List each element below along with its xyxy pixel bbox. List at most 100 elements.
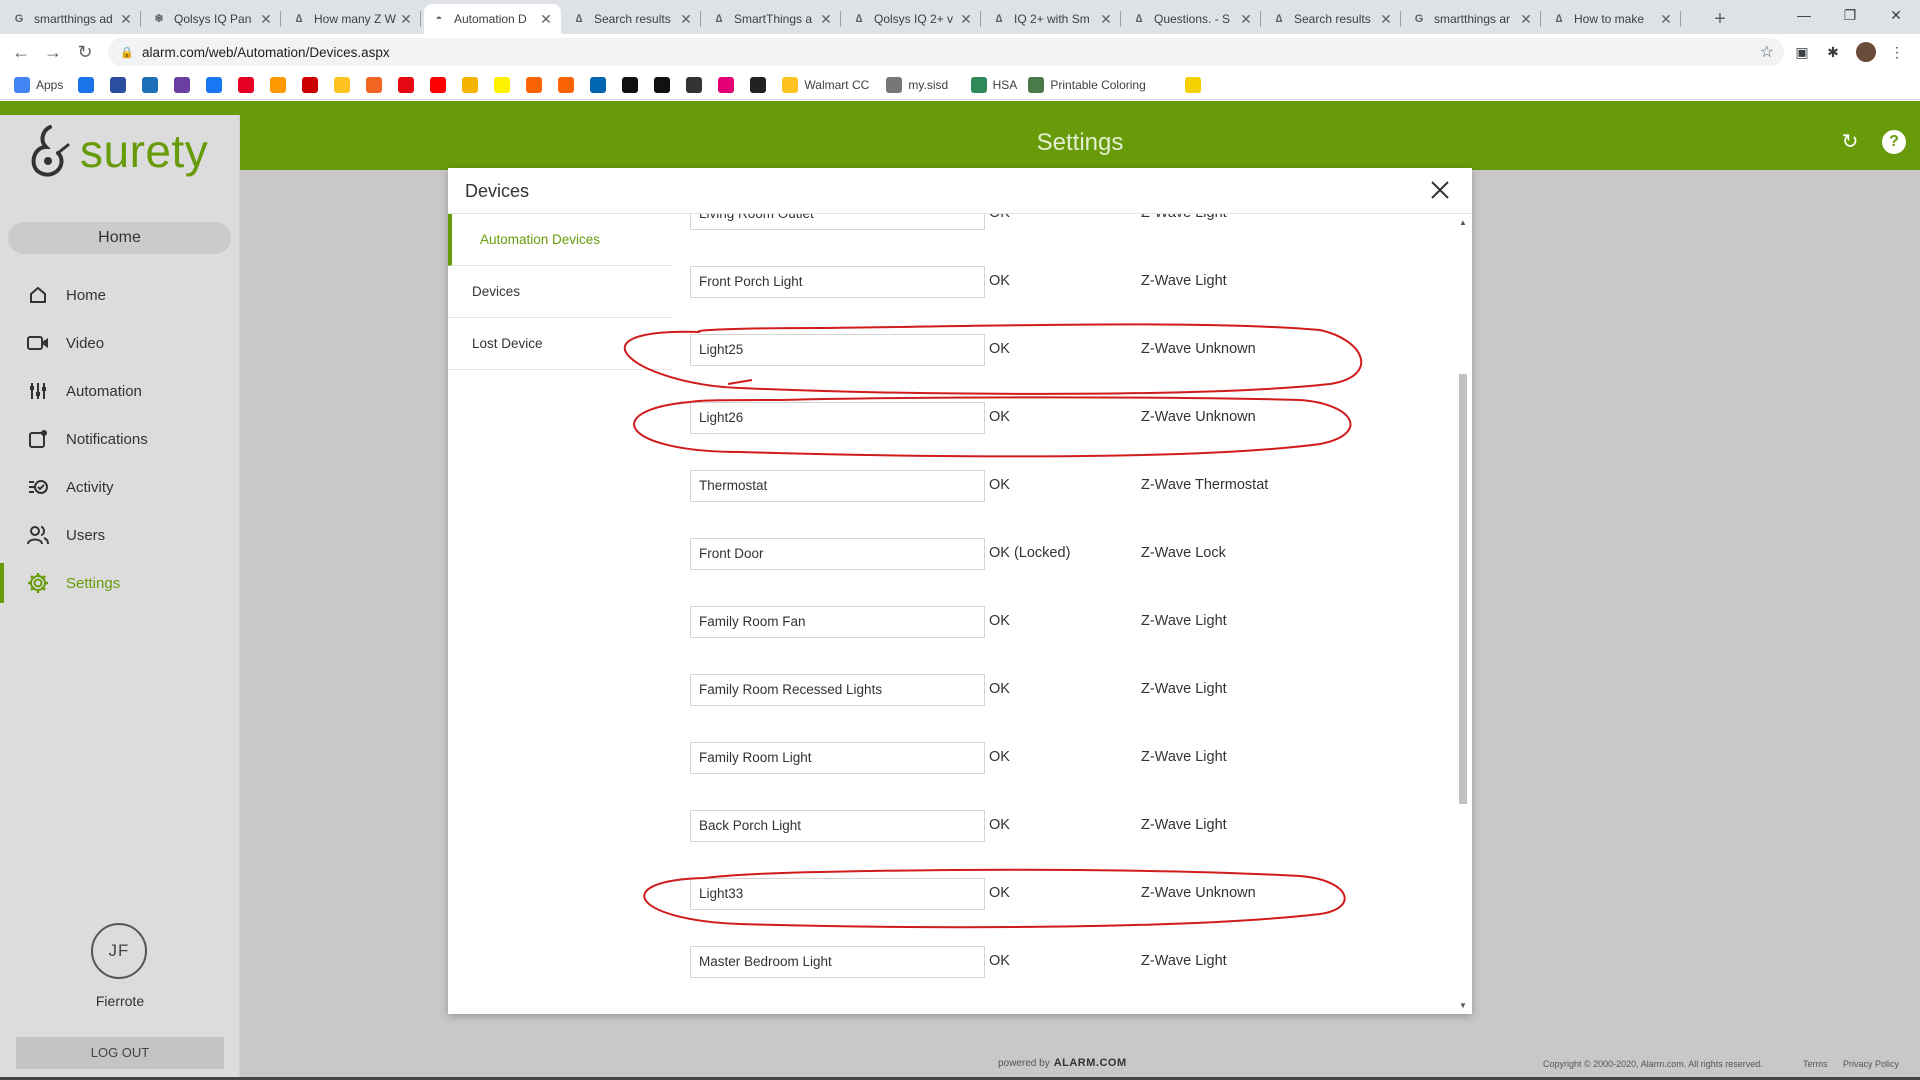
tab-close-icon[interactable]: ✕: [399, 11, 413, 28]
tab-close-icon[interactable]: ✕: [1099, 11, 1113, 28]
bookmark-item[interactable]: [718, 76, 735, 94]
tab-close-icon[interactable]: ✕: [259, 11, 273, 28]
logout-button[interactable]: LOG OUT: [16, 1037, 224, 1069]
bookmark-item[interactable]: Walmart CC: [782, 76, 869, 94]
bookmark-item[interactable]: [238, 76, 255, 94]
tab-close-icon[interactable]: ✕: [119, 11, 133, 28]
tab-close-icon[interactable]: ✕: [1519, 11, 1533, 28]
bookmark-item[interactable]: [142, 76, 159, 94]
bookmark-item[interactable]: [174, 76, 191, 94]
bookmark-item[interactable]: [270, 76, 287, 94]
bookmark-item[interactable]: Printable Coloring: [1028, 76, 1146, 94]
address-bar[interactable]: 🔒 alarm.com/web/Automation/Devices.aspx …: [108, 38, 1784, 66]
tab-close-icon[interactable]: ✕: [679, 11, 693, 28]
reload-button[interactable]: ↻: [72, 39, 98, 65]
modal-nav-lost-device[interactable]: Lost Device: [448, 318, 673, 370]
bookmark-item[interactable]: [462, 76, 479, 94]
bookmark-item[interactable]: [366, 76, 383, 94]
bookmark-star-icon[interactable]: ☆: [1760, 42, 1774, 62]
browser-tab[interactable]: ∆ Search results ✕: [564, 4, 701, 34]
tab-close-icon[interactable]: ✕: [539, 11, 553, 28]
forward-button[interactable]: →: [40, 39, 66, 65]
sidebar-item-activity[interactable]: Activity: [0, 467, 240, 507]
browser-tab[interactable]: ∆ How many Z W ✕: [284, 4, 421, 34]
bookmark-item[interactable]: Apps: [14, 76, 63, 94]
bookmark-item[interactable]: [654, 76, 671, 94]
user-avatar[interactable]: JF: [91, 923, 147, 979]
device-name-field[interactable]: Family Room Fan: [690, 606, 985, 638]
sidebar-item-automation[interactable]: Automation: [0, 371, 240, 411]
browser-tab[interactable]: ∆ Questions. - S ✕: [1124, 4, 1261, 34]
browser-tab[interactable]: ◓ Automation D ✕: [424, 4, 561, 34]
window-close-button[interactable]: ✕: [1873, 0, 1919, 30]
sidebar-item-users[interactable]: Users: [0, 515, 240, 555]
sidebar-item-video[interactable]: Video: [0, 323, 240, 363]
device-name-field[interactable]: Back Porch Light: [690, 810, 985, 842]
browser-tab[interactable]: ∆ IQ 2+ with Sm ✕: [984, 4, 1121, 34]
bookmark-item[interactable]: [110, 76, 127, 94]
tab-close-icon[interactable]: ✕: [1379, 11, 1393, 28]
scrollbar[interactable]: ▲ ▼: [1456, 214, 1470, 1014]
bookmark-item[interactable]: my.sisd: [886, 76, 948, 94]
browser-tab[interactable]: ❄ Qolsys IQ Pan ✕: [144, 4, 281, 34]
device-name-field[interactable]: Front Porch Light: [690, 266, 985, 298]
new-tab-button[interactable]: +: [1707, 6, 1733, 32]
bookmark-item[interactable]: [302, 76, 319, 94]
device-name-field[interactable]: Thermostat: [690, 470, 985, 502]
device-name-field[interactable]: Light25: [690, 334, 985, 366]
close-icon[interactable]: [1428, 178, 1452, 202]
minimize-button[interactable]: —: [1781, 0, 1827, 30]
device-name-field[interactable]: Family Room Recessed Lights: [690, 674, 985, 706]
scroll-up-arrow-icon[interactable]: ▲: [1459, 218, 1467, 227]
scroll-down-arrow-icon[interactable]: ▼: [1459, 1001, 1467, 1010]
bookmark-item[interactable]: [1185, 76, 1202, 94]
privacy-link[interactable]: Privacy Policy: [1843, 1059, 1899, 1069]
bookmark-item[interactable]: HSA: [970, 76, 1017, 94]
device-name-field[interactable]: Master Bedroom Light: [690, 946, 985, 978]
bookmark-item[interactable]: [398, 76, 415, 94]
bookmark-item[interactable]: [78, 76, 95, 94]
device-name-field[interactable]: Front Door: [690, 538, 985, 570]
bookmark-item[interactable]: [206, 76, 223, 94]
device-name-field[interactable]: Living Room Outlet: [690, 214, 985, 230]
bookmark-item[interactable]: [334, 76, 351, 94]
browser-menu-icon[interactable]: ⋮: [1888, 43, 1906, 61]
browser-tab[interactable]: ∆ How to make ✕: [1544, 4, 1681, 34]
browser-tab[interactable]: Gsmartthings ad ✕: [4, 4, 141, 34]
bookmark-item[interactable]: [750, 76, 767, 94]
browser-tab[interactable]: ∆ SmartThings a ✕: [704, 4, 841, 34]
back-button[interactable]: ←: [8, 39, 34, 65]
help-icon[interactable]: ?: [1882, 130, 1906, 154]
restore-button[interactable]: ❐: [1827, 0, 1873, 30]
bookmark-item[interactable]: [590, 76, 607, 94]
activity-list-icon: [27, 476, 49, 498]
device-name-field[interactable]: Light33: [690, 878, 985, 910]
sidebar-item-notifications[interactable]: Notifications: [0, 419, 240, 459]
tab-close-icon[interactable]: ✕: [959, 11, 973, 28]
device-name-field[interactable]: Light26: [690, 402, 985, 434]
browser-tab[interactable]: ∆ Search results ✕: [1264, 4, 1401, 34]
scroll-thumb[interactable]: [1459, 374, 1467, 804]
browser-tab[interactable]: ∆ Qolsys IQ 2+ v ✕: [844, 4, 981, 34]
sidebar-item-home[interactable]: Home: [0, 275, 240, 315]
modal-nav-devices[interactable]: Devices: [448, 266, 673, 318]
extensions-icon[interactable]: ✱: [1824, 43, 1842, 61]
bookmark-item[interactable]: [494, 76, 511, 94]
bookmark-item[interactable]: [558, 76, 575, 94]
terms-link[interactable]: Terms: [1803, 1059, 1828, 1069]
device-name-field[interactable]: Family Room Light: [690, 742, 985, 774]
tab-close-icon[interactable]: ✕: [1239, 11, 1253, 28]
profile-avatar[interactable]: [1856, 42, 1876, 62]
sidebar-item-settings[interactable]: Settings: [0, 563, 240, 603]
bookmark-item[interactable]: [622, 76, 639, 94]
tab-close-icon[interactable]: ✕: [819, 11, 833, 28]
browser-tab[interactable]: Gsmartthings ar ✕: [1404, 4, 1541, 34]
refresh-icon[interactable]: ↻: [1837, 129, 1863, 155]
bookmark-item[interactable]: [686, 76, 703, 94]
tab-close-icon[interactable]: ✕: [1659, 11, 1673, 28]
home-pill-button[interactable]: Home: [8, 222, 231, 254]
modal-nav-automation-devices[interactable]: Automation Devices: [448, 214, 673, 266]
bookmark-item[interactable]: [526, 76, 543, 94]
media-icon[interactable]: ▣: [1793, 43, 1811, 61]
bookmark-item[interactable]: [430, 76, 447, 94]
